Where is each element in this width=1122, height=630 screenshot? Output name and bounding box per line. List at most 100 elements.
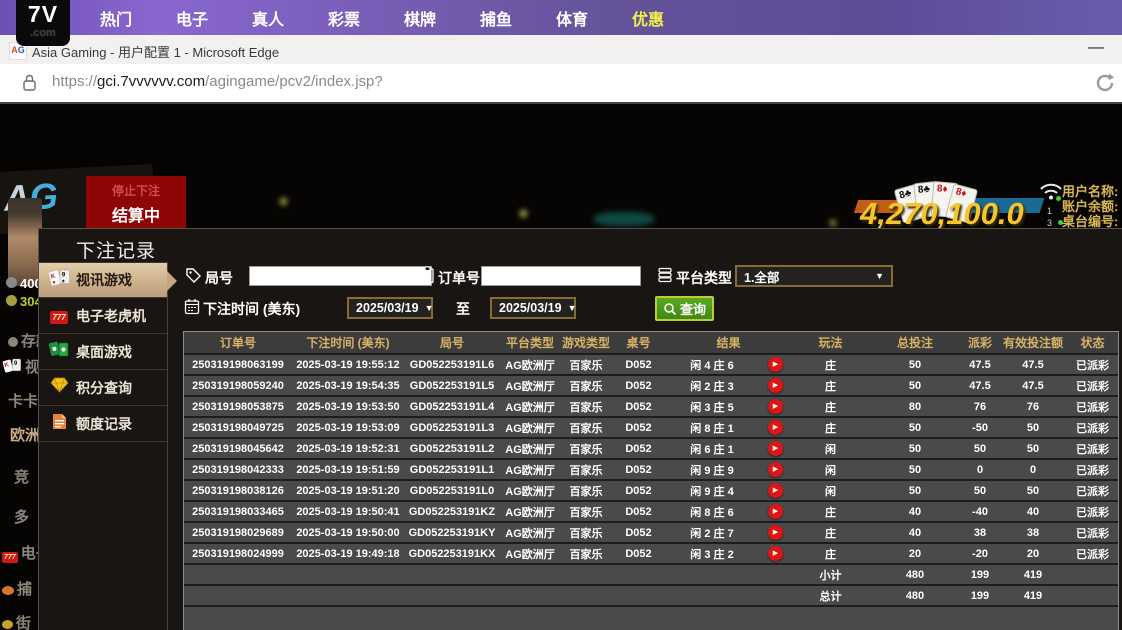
cell: 百家乐 bbox=[560, 438, 612, 459]
bg-menu-item-竞[interactable]: 竞 bbox=[14, 466, 29, 487]
window-title: Asia Gaming - 用户配置 1 - Microsoft Edge bbox=[32, 42, 279, 61]
date-from-select[interactable]: 2025/03/19 ▼ bbox=[347, 297, 433, 319]
search-button[interactable]: 查询 bbox=[655, 296, 714, 321]
cards-mini-icon: K9 bbox=[2, 357, 22, 379]
cell: 已派彩 bbox=[1067, 480, 1118, 501]
nav-item-真人[interactable]: 真人 bbox=[247, 6, 289, 30]
cell: 199 bbox=[961, 585, 999, 606]
nav-item-优惠[interactable]: 优惠 bbox=[627, 6, 669, 30]
address-bar[interactable]: https://gci.7vvvvvv.com/agingame/pcv2/in… bbox=[0, 64, 1122, 104]
replay-button[interactable]: ▶ bbox=[768, 441, 783, 456]
cell bbox=[184, 585, 792, 606]
replay-button[interactable]: ▶ bbox=[768, 420, 783, 435]
cell: 闲 2 庄 3 bbox=[665, 375, 759, 396]
cell: AG欧洲厅 bbox=[500, 543, 560, 564]
cell: 闲 8 庄 6 bbox=[665, 501, 759, 522]
sidebar-item-quota-records[interactable]: 额度记录 bbox=[39, 406, 167, 442]
cell: 47.5 bbox=[999, 375, 1067, 396]
cell: 百家乐 bbox=[560, 501, 612, 522]
cell: 40 bbox=[869, 501, 961, 522]
cell: ▶ bbox=[759, 396, 792, 417]
sidebar-item-table-games[interactable]: 桌面游戏 bbox=[39, 334, 167, 370]
cell: GD052253191KZ bbox=[404, 501, 500, 522]
cell: 2025-03-19 19:51:20 bbox=[292, 480, 404, 501]
cell: 2025-03-19 19:50:41 bbox=[292, 501, 404, 522]
bg-menu-item-视[interactable]: K9视 bbox=[2, 356, 40, 379]
cell: 250319198038126 bbox=[184, 480, 292, 501]
replay-button[interactable]: ▶ bbox=[768, 483, 783, 498]
bg-menu-item-卡卡[interactable]: 卡卡 bbox=[8, 390, 38, 411]
side-number: 1 bbox=[1047, 206, 1052, 216]
cell: 总计 bbox=[792, 585, 869, 606]
cell: 250319198033465 bbox=[184, 501, 292, 522]
sidebar-item-points-query[interactable]: 积分查询 bbox=[39, 370, 167, 406]
table-row: 2503191980381262025-03-19 19:51:20GD0522… bbox=[184, 480, 1118, 501]
replay-button[interactable]: ▶ bbox=[768, 504, 783, 519]
cell: 50 bbox=[961, 438, 999, 459]
site-logo[interactable]: 7V .com bbox=[16, 0, 70, 46]
col-header: 玩法 bbox=[792, 332, 869, 354]
order-input[interactable] bbox=[481, 266, 641, 286]
cell: 闲 3 庄 5 bbox=[665, 396, 759, 417]
cell: D052 bbox=[612, 438, 665, 459]
replay-button[interactable]: ▶ bbox=[768, 525, 783, 540]
replay-button[interactable]: ▶ bbox=[768, 378, 783, 393]
cell: D052 bbox=[612, 522, 665, 543]
bg-menu-item-欧洲[interactable]: 欧洲 bbox=[10, 424, 40, 445]
sidebar-item-label: 电子老虎机 bbox=[76, 306, 146, 326]
col-header: 局号 bbox=[404, 332, 500, 354]
nav-item-彩票[interactable]: 彩票 bbox=[323, 6, 365, 30]
table-row: 2503191980538752025-03-19 19:53:50GD0522… bbox=[184, 396, 1118, 417]
cell: 闲 3 庄 2 bbox=[665, 543, 759, 564]
replay-button[interactable]: ▶ bbox=[768, 357, 783, 372]
cell: 闲 6 庄 1 bbox=[665, 438, 759, 459]
cell: 40 bbox=[999, 501, 1067, 522]
replay-button[interactable]: ▶ bbox=[768, 546, 783, 561]
replay-button[interactable]: ▶ bbox=[768, 462, 783, 477]
bg-light-dot bbox=[520, 210, 527, 217]
cell: 47.5 bbox=[961, 354, 999, 375]
minimize-button[interactable]: — bbox=[1088, 39, 1104, 57]
platform-select-value: 1.全部 bbox=[744, 267, 779, 286]
nav-item-捕鱼[interactable]: 捕鱼 bbox=[475, 6, 517, 30]
round-input[interactable] bbox=[249, 266, 432, 286]
replay-button[interactable]: ▶ bbox=[768, 399, 783, 414]
nav-item-热门[interactable]: 热门 bbox=[95, 6, 137, 30]
settling-text: 结算中 bbox=[86, 202, 186, 226]
diamond-icon bbox=[48, 377, 70, 398]
cell: AG欧洲厅 bbox=[500, 417, 560, 438]
modal-sidebar: K♥9♠视讯游戏777电子老虎机桌面游戏积分查询额度记录 bbox=[39, 262, 168, 630]
cell: ▶ bbox=[759, 438, 792, 459]
sidebar-item-slots[interactable]: 777电子老虎机 bbox=[39, 298, 167, 334]
date-to-select[interactable]: 2025/03/19 ▼ bbox=[490, 297, 576, 319]
nav-item-电子[interactable]: 电子 bbox=[171, 6, 213, 30]
fish-icon bbox=[2, 582, 14, 599]
url-text[interactable]: https://gci.7vvvvvv.com/agingame/pcv2/in… bbox=[52, 73, 383, 90]
cell: AG欧洲厅 bbox=[500, 459, 560, 480]
cell: 已派彩 bbox=[1067, 543, 1118, 564]
col-header: 有效投注额 bbox=[999, 332, 1067, 354]
cell: ▶ bbox=[759, 543, 792, 564]
chevron-down-icon: ▼ bbox=[568, 303, 577, 313]
document-icon bbox=[48, 413, 70, 435]
refresh-icon[interactable] bbox=[1094, 72, 1116, 99]
cell: 百家乐 bbox=[560, 480, 612, 501]
cell: AG欧洲厅 bbox=[500, 480, 560, 501]
cell: AG欧洲厅 bbox=[500, 501, 560, 522]
cell: 20 bbox=[869, 543, 961, 564]
bg-menu-item-街[interactable]: 街 bbox=[2, 612, 31, 630]
cell: 0 bbox=[999, 459, 1067, 480]
nav-item-棋牌[interactable]: 棋牌 bbox=[399, 6, 441, 30]
table-row: 2503191980497252025-03-19 19:53:09GD0522… bbox=[184, 417, 1118, 438]
slot-mini-icon: 777 bbox=[2, 546, 18, 563]
sidebar-item-label: 额度记录 bbox=[76, 414, 132, 434]
cell: GD052253191L5 bbox=[404, 375, 500, 396]
bg-menu-item-多[interactable]: 多 bbox=[14, 506, 29, 527]
cell: 50 bbox=[869, 417, 961, 438]
nav-item-体育[interactable]: 体育 bbox=[551, 6, 593, 30]
bg-menu-item-捕[interactable]: 捕 bbox=[2, 578, 32, 599]
sidebar-item-video-games[interactable]: K♥9♠视讯游戏 bbox=[39, 262, 167, 298]
cell: 庄 bbox=[792, 522, 869, 543]
col-header: 平台类型 bbox=[500, 332, 560, 354]
platform-select[interactable]: 1.全部 ▼ bbox=[735, 265, 893, 287]
